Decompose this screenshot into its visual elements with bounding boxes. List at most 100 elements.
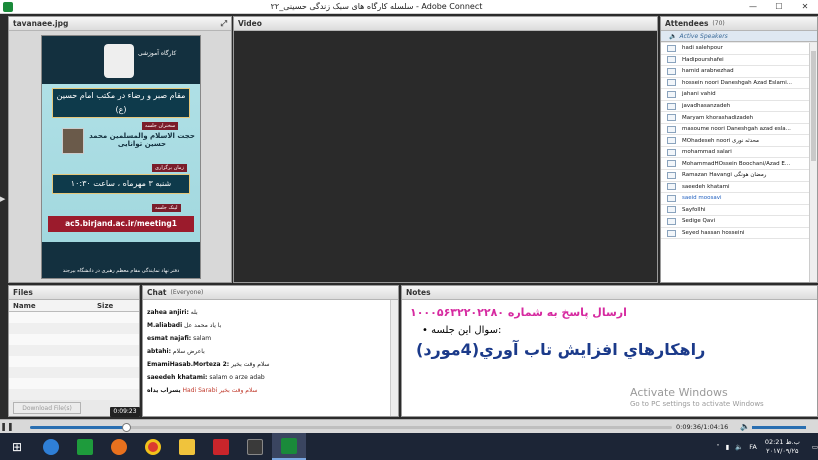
keyboard-language[interactable]: FA xyxy=(749,443,757,451)
adobe-connect-icon xyxy=(3,1,13,12)
attendee-row[interactable]: jahani vahid xyxy=(661,89,809,101)
window-titlebar: سلسله کارگاه های سبک زندگی حسینی_۲۲ - Ad… xyxy=(0,0,818,14)
attendee-row[interactable]: saeedeh khatami xyxy=(661,182,809,194)
attendee-row[interactable]: hossein noori Daneshgah Azad Eslami... xyxy=(661,78,809,90)
attendee-row[interactable]: mohammad salari xyxy=(661,147,809,159)
user-icon xyxy=(667,102,676,110)
network-icon[interactable]: ▮ xyxy=(726,443,730,451)
user-icon xyxy=(667,194,676,202)
volume-tray-icon[interactable]: 🔈 xyxy=(735,443,743,451)
poster-time: شنبه ۳ مهرماه ، ساعت ۱۰:۳۰ xyxy=(52,174,190,194)
chevron-up-icon[interactable]: ˄ xyxy=(716,443,719,451)
volume-slider[interactable] xyxy=(752,426,806,429)
attendee-name: hamid arabnezhad xyxy=(682,68,734,75)
attendee-name: hossein noori Daneshgah Azad Eslami... xyxy=(682,79,793,86)
chat-sender: saeedeh khatami: xyxy=(147,374,208,381)
attendee-row[interactable]: masoume noori Daneshgah azad esla... xyxy=(661,124,809,136)
attendee-row[interactable]: Ramazan Havangi رمضان هونگی xyxy=(661,170,809,182)
seek-handle[interactable] xyxy=(121,423,131,432)
chat-text: Hadi Sarabi سلام وقت بخیر xyxy=(182,387,258,394)
note-topic-line: راهکارهاي افزايش تاب آوري(4مورد) xyxy=(416,340,706,359)
ie-icon[interactable] xyxy=(34,433,68,460)
chat-pod-header: Chat (Everyone) xyxy=(143,286,398,300)
chat-sender: esmat najafi: xyxy=(147,335,192,342)
windows-taskbar: ⊞ ˄ ▮ 🔈 FA 02:21 ب.ظ ۲۰۱۷/۰۹/۲۵ ▭ xyxy=(0,433,818,460)
poster-link: ac5.birjand.ac.ir/meeting1 xyxy=(48,216,194,232)
activate-windows-subtitle: Go to PC settings to activate Windows xyxy=(630,400,764,408)
attendee-row[interactable]: MohammadHOssein Boochani/Azad E... xyxy=(661,158,809,171)
attendee-name: mohammad salari xyxy=(682,149,732,156)
speaker-portrait xyxy=(62,128,84,154)
attendee-row[interactable]: Sayfollhi xyxy=(661,205,809,217)
speaker-icon: 🔈 xyxy=(669,32,677,40)
chrome-icon[interactable] xyxy=(136,433,170,460)
activate-windows-title: Activate Windows xyxy=(630,386,728,399)
chat-scrollbar[interactable] xyxy=(390,300,398,416)
poster-link-tag: لینک جلسه xyxy=(152,204,181,212)
adobe-connect-taskbar-icon[interactable] xyxy=(272,433,306,460)
attendees-title: Attendees xyxy=(665,19,709,28)
poster-speaker: حجت الاسلام والمسلمین محمد حسین توانایی xyxy=(89,132,195,148)
user-icon xyxy=(667,90,676,98)
attendee-row[interactable]: MOhadeseh noori محدثه نوری xyxy=(661,135,809,147)
start-icon[interactable]: ⊞ xyxy=(0,433,34,460)
chat-text: باعرض سلام xyxy=(172,348,205,355)
poster-footer: دفتر نهاد نمایندگی مقام معظم رهبری در دا… xyxy=(62,268,180,274)
attendee-row[interactable]: javadhasanzadeh xyxy=(661,101,809,113)
attendee-row[interactable]: hamid arabnezhad xyxy=(661,66,809,78)
attendee-scrollbar[interactable] xyxy=(809,43,817,282)
volume-icon[interactable]: 🔈 xyxy=(740,422,750,431)
chat-message: esmat najafi: salam xyxy=(147,332,386,345)
playback-bar: ❚❚ 0:09:36/1:04:16 🔈 xyxy=(0,419,818,433)
share-pod-title: tavanaee.jpg xyxy=(13,19,69,28)
explorer-icon[interactable] xyxy=(170,433,204,460)
fullscreen-icon[interactable]: ⤢ xyxy=(221,19,227,29)
firefox-icon[interactable] xyxy=(102,433,136,460)
active-speakers-header[interactable]: 🔈 Active Speakers xyxy=(661,31,817,42)
close-button[interactable]: ✕ xyxy=(792,0,818,14)
user-icon xyxy=(667,217,676,225)
attendee-row[interactable]: Sedige Qavi xyxy=(661,216,809,228)
chat-scope: (Everyone) xyxy=(170,289,204,296)
files-col-name[interactable]: Name xyxy=(9,300,93,311)
chat-message: abtahi: باعرض سلام xyxy=(147,345,386,358)
clock[interactable]: 02:21 ب.ظ ۲۰۱۷/۰۹/۲۵ xyxy=(765,438,800,456)
chat-message: saeedeh khatami: salam o arze adab xyxy=(147,371,386,384)
notes-content: ارسال پاسخ به شماره ۱۰۰۰۵۶۳۲۲۰۲۲۸۰ • سوا… xyxy=(402,300,817,416)
nox-icon[interactable] xyxy=(238,433,272,460)
attendee-name: Sedige Qavi xyxy=(682,218,715,225)
scrollbar-thumb[interactable] xyxy=(811,51,816,161)
files-column-headers: Name Size xyxy=(9,300,139,312)
share-pod: tavanaee.jpg ⤢ کارگاه آموزشی مقام صبر و … xyxy=(8,16,232,283)
poster-band-title: مقام صبر و رضاء در مکتب امام حسین (ع) xyxy=(52,88,190,118)
notifications-icon[interactable]: ▭ xyxy=(812,443,818,451)
attendee-row[interactable]: hadi salehpour xyxy=(661,43,809,55)
attendees-pod-header: Attendees (70) xyxy=(661,17,817,31)
clock-date: ۲۰۱۷/۰۹/۲۵ xyxy=(766,446,799,455)
chat-sender: یسراب یداه xyxy=(147,387,181,394)
user-icon xyxy=(667,79,676,87)
seek-progress xyxy=(30,426,126,429)
maximize-button[interactable]: ☐ xyxy=(766,0,792,14)
files-col-size[interactable]: Size xyxy=(93,300,117,311)
poster-header: کارگاه آموزشی xyxy=(138,50,177,57)
chat-message: M.aliabadi با یاد محمد عل xyxy=(147,319,386,332)
attendee-row[interactable]: Hadipourshafei xyxy=(661,55,809,67)
attendee-name: saeedeh khatami xyxy=(682,183,730,190)
attendee-row[interactable]: saeid moosavi xyxy=(661,193,809,205)
left-panel-handle-icon[interactable]: ▶ xyxy=(0,195,6,215)
notes-title: Notes xyxy=(406,288,431,297)
video-pod-header: Video xyxy=(234,17,657,31)
attendee-list: hadi salehpour Hadipourshafei hamid arab… xyxy=(661,43,809,282)
acrobat-icon[interactable] xyxy=(204,433,238,460)
minimize-button[interactable]: — xyxy=(740,0,766,14)
files-pod: Files Name Size Download File(s) xyxy=(8,285,140,417)
seek-track[interactable] xyxy=(30,423,672,432)
attendee-row[interactable]: Seyed hassan hosseini xyxy=(661,228,809,240)
attendee-name: Ramazan Havangi رمضان هونگی xyxy=(682,172,767,179)
pause-icon[interactable]: ❚❚ xyxy=(0,422,14,431)
attendee-row[interactable]: Maryam khorashadizadeh xyxy=(661,112,809,124)
download-files-button[interactable]: Download File(s) xyxy=(13,402,81,414)
store-icon[interactable] xyxy=(68,433,102,460)
files-title: Files xyxy=(13,288,33,297)
